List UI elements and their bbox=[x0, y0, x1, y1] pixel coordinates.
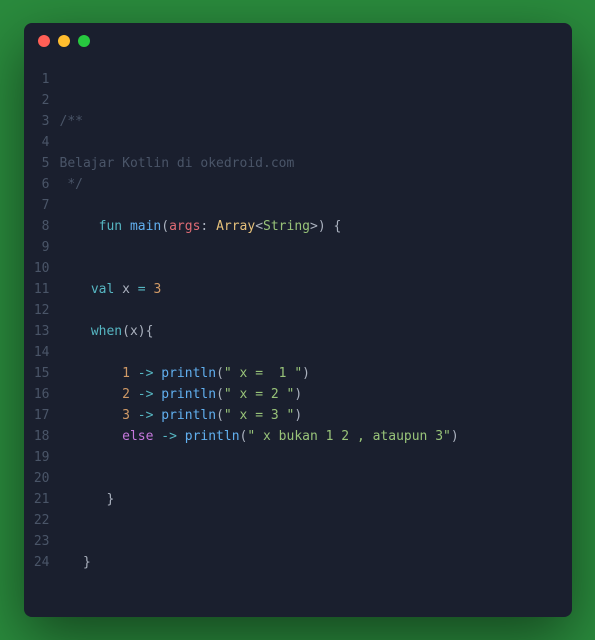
line-number: 1 bbox=[24, 69, 60, 90]
line-number: 15 bbox=[24, 363, 60, 384]
line-number: 12 bbox=[24, 300, 60, 321]
line-number: 18 bbox=[24, 426, 60, 447]
line-number: 5 bbox=[24, 153, 60, 174]
code-content: 2 -> println(" x = 2 ") bbox=[60, 384, 572, 405]
code-content bbox=[60, 132, 572, 153]
line-number: 24 bbox=[24, 552, 60, 573]
code-line: 1 bbox=[24, 69, 572, 90]
line-number: 20 bbox=[24, 468, 60, 489]
code-content bbox=[60, 69, 572, 90]
line-number: 22 bbox=[24, 510, 60, 531]
code-line: 16 2 -> println(" x = 2 ") bbox=[24, 384, 572, 405]
code-line: 21 } bbox=[24, 489, 572, 510]
code-content: else -> println(" x bukan 1 2 , ataupun … bbox=[60, 426, 572, 447]
line-number: 7 bbox=[24, 195, 60, 216]
code-content: Belajar Kotlin di okedroid.com bbox=[60, 153, 572, 174]
code-content bbox=[60, 510, 572, 531]
code-window: 123/**45Belajar Kotlin di okedroid.com6 … bbox=[24, 23, 572, 617]
line-number: 10 bbox=[24, 258, 60, 279]
code-line: 5Belajar Kotlin di okedroid.com bbox=[24, 153, 572, 174]
line-number: 14 bbox=[24, 342, 60, 363]
code-line: 10 bbox=[24, 258, 572, 279]
code-content bbox=[60, 342, 572, 363]
code-line: 8 fun main(args: Array<String>) { bbox=[24, 216, 572, 237]
line-number: 9 bbox=[24, 237, 60, 258]
close-icon[interactable] bbox=[38, 35, 50, 47]
code-content: } bbox=[60, 489, 572, 510]
code-line: 2 bbox=[24, 90, 572, 111]
code-content bbox=[60, 300, 572, 321]
code-line: 13 when(x){ bbox=[24, 321, 572, 342]
line-number: 2 bbox=[24, 90, 60, 111]
code-line: 6 */ bbox=[24, 174, 572, 195]
code-content bbox=[60, 195, 572, 216]
code-content bbox=[60, 90, 572, 111]
code-content: fun main(args: Array<String>) { bbox=[60, 216, 572, 237]
code-content bbox=[60, 531, 572, 552]
code-content: 1 -> println(" x = 1 ") bbox=[60, 363, 572, 384]
line-number: 13 bbox=[24, 321, 60, 342]
window-titlebar bbox=[24, 23, 572, 59]
line-number: 3 bbox=[24, 111, 60, 132]
line-number: 23 bbox=[24, 531, 60, 552]
code-content: */ bbox=[60, 174, 572, 195]
maximize-icon[interactable] bbox=[78, 35, 90, 47]
code-line: 23 bbox=[24, 531, 572, 552]
code-content bbox=[60, 447, 572, 468]
code-content bbox=[60, 468, 572, 489]
code-line: 4 bbox=[24, 132, 572, 153]
code-line: 12 bbox=[24, 300, 572, 321]
line-number: 8 bbox=[24, 216, 60, 237]
code-editor: 123/**45Belajar Kotlin di okedroid.com6 … bbox=[24, 59, 572, 583]
code-line: 22 bbox=[24, 510, 572, 531]
line-number: 21 bbox=[24, 489, 60, 510]
minimize-icon[interactable] bbox=[58, 35, 70, 47]
line-number: 11 bbox=[24, 279, 60, 300]
code-line: 17 3 -> println(" x = 3 ") bbox=[24, 405, 572, 426]
code-line: 7 bbox=[24, 195, 572, 216]
code-line: 19 bbox=[24, 447, 572, 468]
code-line: 14 bbox=[24, 342, 572, 363]
line-number: 6 bbox=[24, 174, 60, 195]
code-line: 9 bbox=[24, 237, 572, 258]
line-number: 17 bbox=[24, 405, 60, 426]
line-number: 4 bbox=[24, 132, 60, 153]
code-content: } bbox=[60, 552, 572, 573]
code-line: 18 else -> println(" x bukan 1 2 , ataup… bbox=[24, 426, 572, 447]
line-number: 16 bbox=[24, 384, 60, 405]
code-content: 3 -> println(" x = 3 ") bbox=[60, 405, 572, 426]
code-content bbox=[60, 258, 572, 279]
code-content: /** bbox=[60, 111, 572, 132]
code-line: 11 val x = 3 bbox=[24, 279, 572, 300]
code-line: 3/** bbox=[24, 111, 572, 132]
code-content: val x = 3 bbox=[60, 279, 572, 300]
code-line: 15 1 -> println(" x = 1 ") bbox=[24, 363, 572, 384]
code-content bbox=[60, 237, 572, 258]
code-content: when(x){ bbox=[60, 321, 572, 342]
code-line: 24 } bbox=[24, 552, 572, 573]
line-number: 19 bbox=[24, 447, 60, 468]
code-line: 20 bbox=[24, 468, 572, 489]
